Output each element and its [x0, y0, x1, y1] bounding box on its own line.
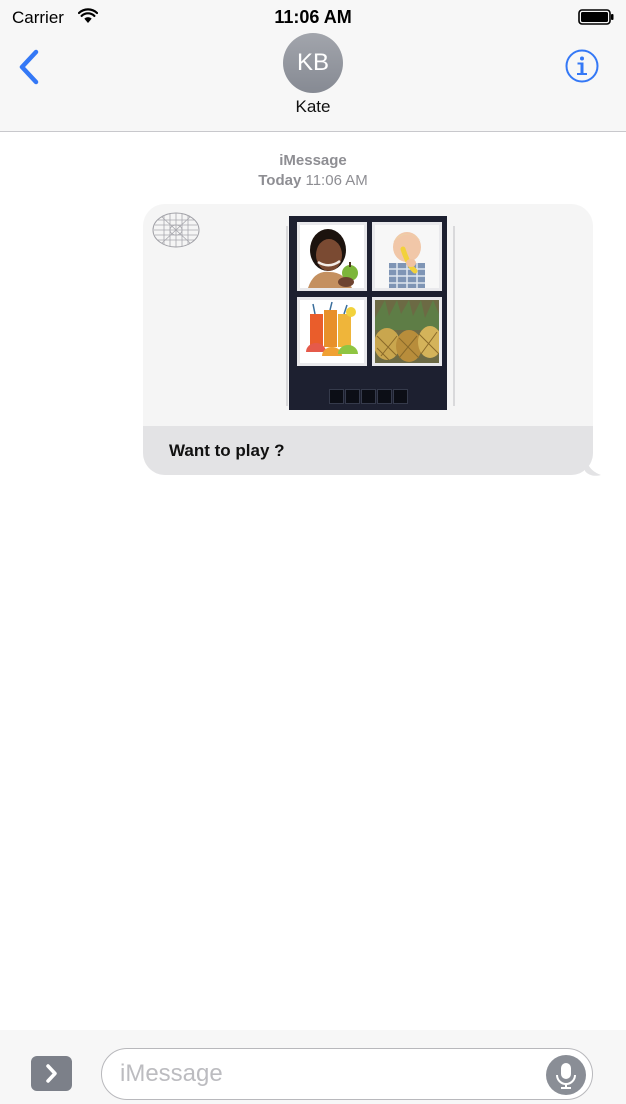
- answer-slot: [329, 389, 344, 404]
- expand-apps-button[interactable]: [31, 1056, 72, 1091]
- info-icon: [565, 49, 599, 83]
- time-label: 11:06 AM: [305, 172, 368, 189]
- service-label: iMessage: [279, 152, 347, 169]
- status-bar: Carrier 11:06 AM: [0, 0, 626, 36]
- back-button[interactable]: [14, 48, 48, 88]
- answer-slot: [393, 389, 408, 404]
- message-caption: Want to play ?: [143, 426, 593, 475]
- day-label: Today: [258, 172, 302, 189]
- divider: [453, 226, 455, 406]
- status-time: 11:06 AM: [274, 7, 352, 27]
- contact-name[interactable]: Kate: [0, 97, 626, 117]
- app-store-icon: [152, 212, 200, 248]
- info-button[interactable]: [564, 48, 600, 84]
- message-timestamp: Today 11:06 AM: [0, 172, 626, 189]
- avatar-initials: KB: [296, 49, 329, 76]
- bubble-tail: [585, 455, 601, 476]
- avatar[interactable]: KB: [283, 33, 343, 93]
- chevron-left-icon: [19, 49, 39, 85]
- answer-slot: [345, 389, 360, 404]
- battery-icon: [578, 9, 614, 25]
- photo-baby-banana: [372, 222, 442, 291]
- dictation-button[interactable]: [546, 1055, 586, 1095]
- microphone-icon: [556, 1063, 576, 1089]
- photo-fruit-juices: [297, 297, 367, 366]
- chevron-right-icon: [46, 1064, 57, 1083]
- answer-slot: [361, 389, 376, 404]
- divider: [286, 226, 288, 406]
- answer-slot: [377, 389, 392, 404]
- photo-pineapples: [372, 297, 442, 366]
- message-input[interactable]: [101, 1048, 593, 1100]
- photo-woman-apple: [297, 222, 367, 291]
